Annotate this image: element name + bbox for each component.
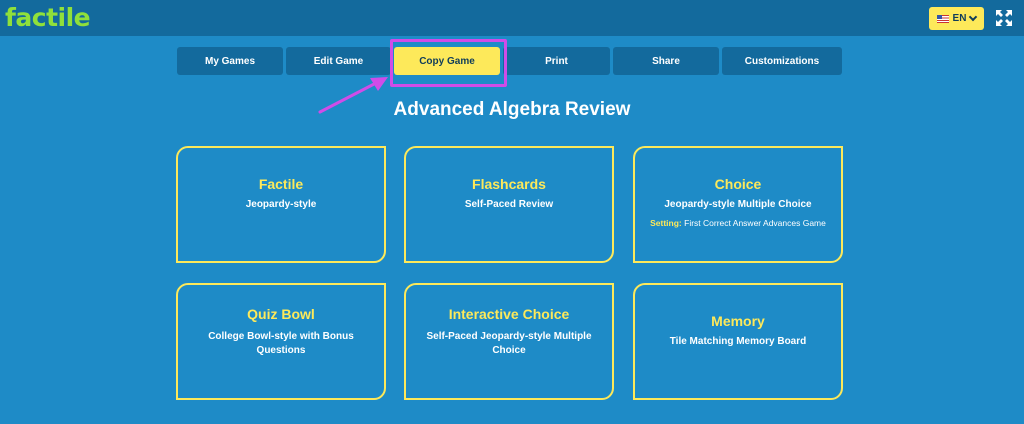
game-mode-card-interactive-choice[interactable]: Interactive Choice Self-Paced Jeopardy-s… [404,283,614,400]
card-setting: Setting: First Correct Answer Advances G… [635,218,841,228]
language-label: EN [952,13,967,24]
us-flag-icon [936,14,949,23]
card-title: Interactive Choice [448,306,570,322]
top-bar: factile EN [0,0,1024,36]
card-description: College Bowl-style with Bonus Questions [208,331,354,356]
tab-share[interactable]: Share [613,47,719,75]
card-title: Flashcards [472,176,546,192]
fullscreen-icon[interactable] [996,10,1012,26]
game-mode-card-quiz-bowl[interactable]: Quiz Bowl College Bowl-style with Bonus … [176,283,386,400]
card-description: Tile Matching Memory Board [669,336,807,347]
card-description: Jeopardy-style [245,199,317,210]
tab-my-games[interactable]: My Games [177,47,283,75]
tab-edit-game[interactable]: Edit Game [286,47,391,75]
card-title: Factile [258,176,304,192]
card-title: Choice [714,176,762,192]
setting-value: First Correct Answer Advances Game [684,218,826,228]
language-selector[interactable]: EN [929,7,984,30]
game-mode-card-factile[interactable]: Factile Jeopardy-style [176,146,386,263]
tab-print[interactable]: Print [503,47,610,75]
game-mode-card-memory[interactable]: Memory Tile Matching Memory Board [633,283,843,400]
card-title: Quiz Bowl [247,306,315,322]
card-description: Self-Paced Review [464,199,554,210]
page-title: Advanced Algebra Review [393,99,631,120]
setting-label: Setting: [650,218,682,228]
copy-game-highlight-box [390,39,507,87]
card-description: Jeopardy-style Multiple Choice [664,199,812,210]
card-description: Self-Paced Jeopardy-style Multiple Choic… [426,331,592,356]
factile-logo[interactable]: factile [5,3,91,32]
card-title: Memory [711,313,765,329]
game-mode-card-flashcards[interactable]: Flashcards Self-Paced Review [404,146,614,263]
game-mode-card-choice[interactable]: Choice Jeopardy-style Multiple Choice Se… [633,146,843,263]
chevron-down-icon [969,12,978,22]
tab-customizations[interactable]: Customizations [722,47,842,75]
